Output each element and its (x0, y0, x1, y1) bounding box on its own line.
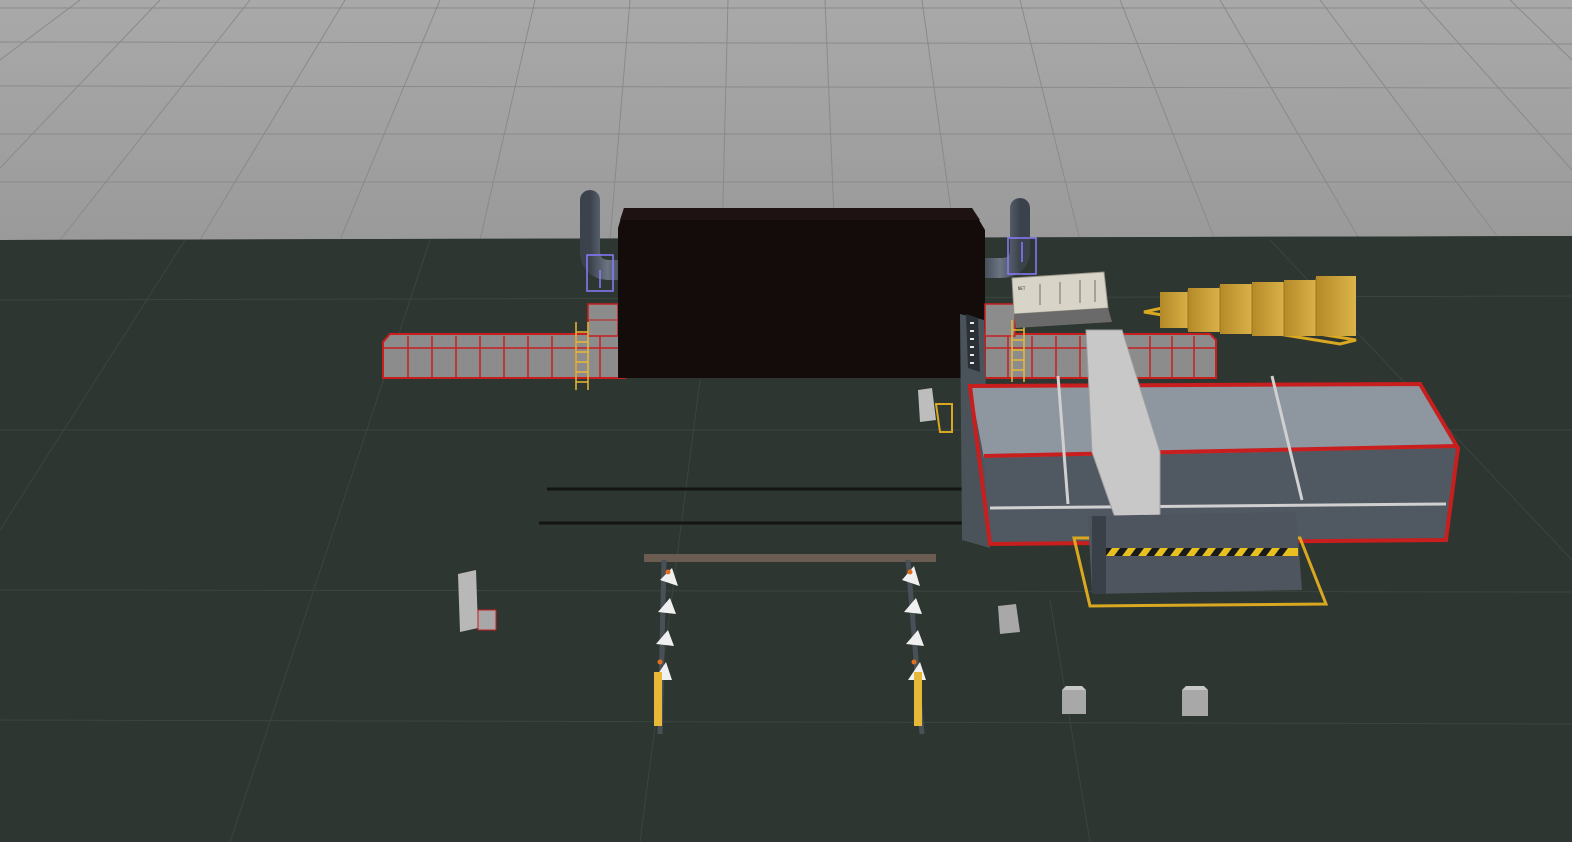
scene-canvas[interactable]: NET (0, 0, 1572, 842)
left-hanger-rod[interactable] (654, 672, 662, 726)
floor-box-b[interactable] (1182, 686, 1208, 716)
right-hanger-rod[interactable] (914, 672, 922, 726)
floor-box-a[interactable] (1062, 686, 1086, 714)
oven-chamber[interactable] (618, 208, 985, 378)
3d-viewport[interactable]: NET (0, 0, 1572, 842)
control-cabinet[interactable]: NET (1011, 271, 1112, 328)
back-wall (0, 0, 1572, 241)
cabinet-label: NET (1018, 286, 1026, 291)
